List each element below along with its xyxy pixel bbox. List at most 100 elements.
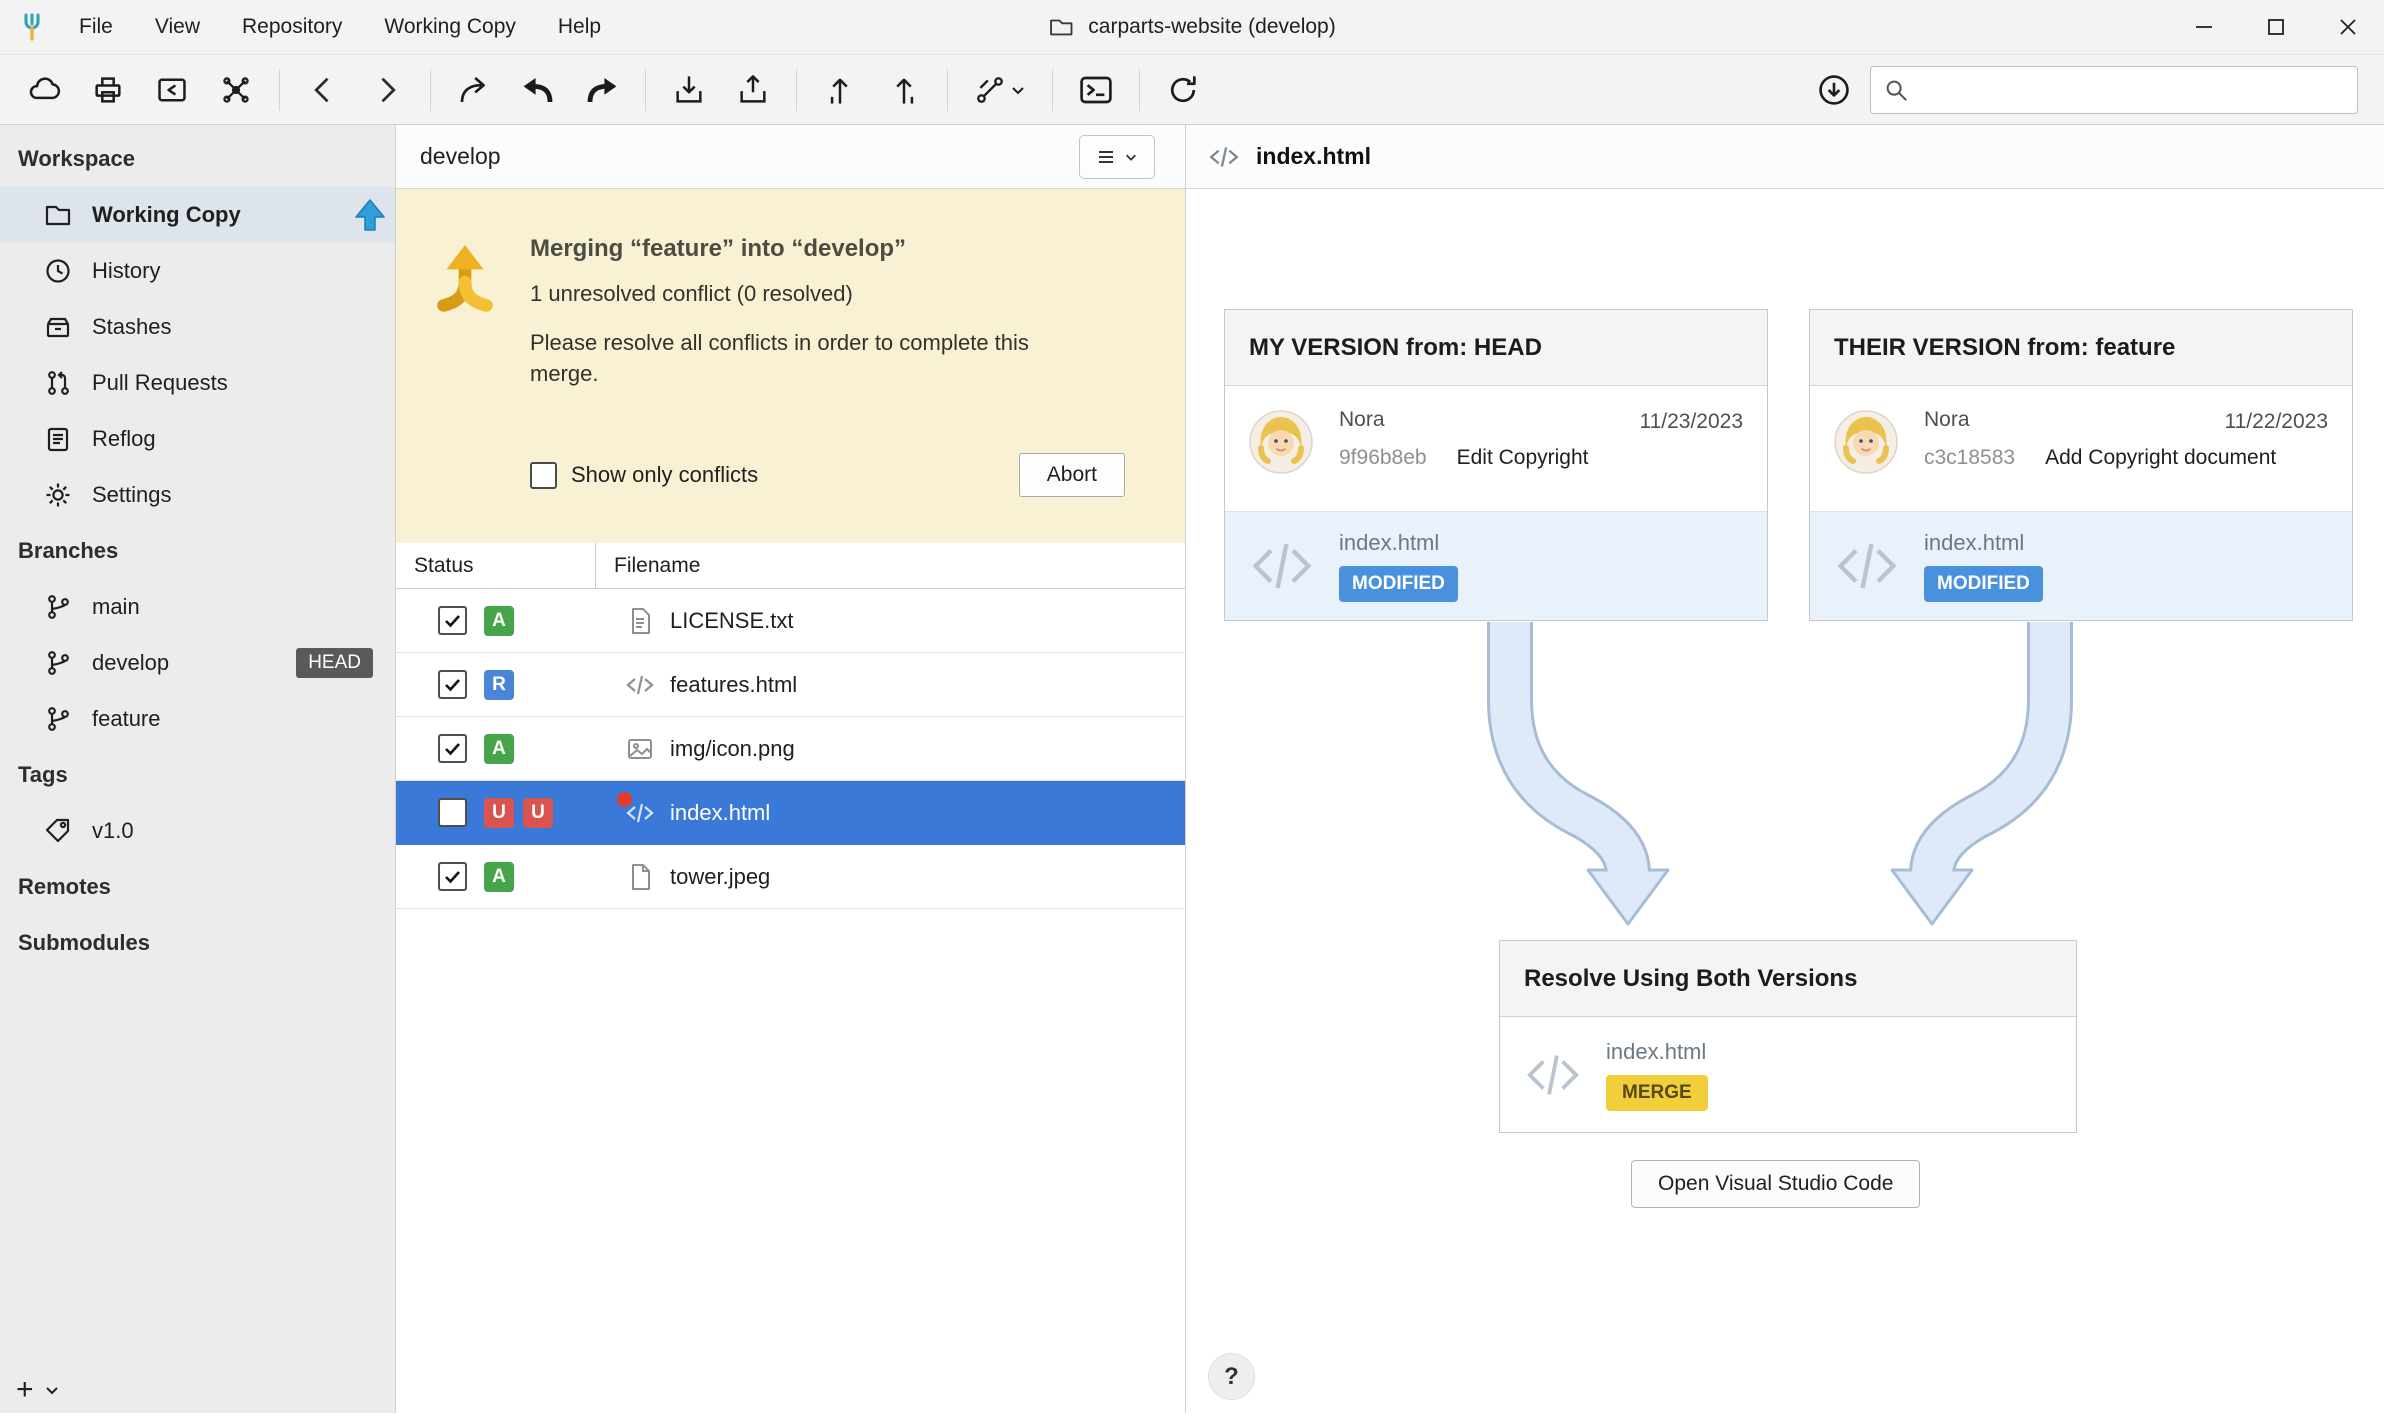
toolbar-divider <box>1139 69 1140 111</box>
printer-icon[interactable] <box>80 63 136 117</box>
box-arrow-icon[interactable] <box>144 63 200 117</box>
search-box[interactable] <box>1870 66 2358 114</box>
refresh-icon[interactable] <box>1155 63 1211 117</box>
sidebar-item-reflog[interactable]: Reflog <box>0 411 395 467</box>
table-row-features[interactable]: R features.html <box>396 653 1185 717</box>
status-badge-unmerged: U <box>484 798 514 828</box>
sidebar-section-remotes[interactable]: Remotes <box>0 859 395 915</box>
toolbar-divider <box>279 69 280 111</box>
resolve-title: Resolve Using Both Versions <box>1500 941 2076 1017</box>
menu-working-copy[interactable]: Working Copy <box>363 0 537 54</box>
chevron-down-icon[interactable] <box>44 1382 60 1398</box>
sidebar-item-working-copy[interactable]: Working Copy <box>0 187 395 243</box>
menu-file[interactable]: File <box>58 0 134 54</box>
stash-down-icon[interactable] <box>661 63 717 117</box>
terminal-icon[interactable] <box>1068 63 1124 117</box>
menu-help[interactable]: Help <box>537 0 622 54</box>
sidebar-branch-feature[interactable]: feature <box>0 691 395 747</box>
help-button[interactable]: ? <box>1208 1353 1255 1400</box>
row-checkbox[interactable] <box>438 734 467 763</box>
sidebar-section-submodules[interactable]: Submodules <box>0 915 395 971</box>
toolbar <box>0 55 2384 125</box>
sidebar-item-label: main <box>92 594 140 620</box>
sidebar-item-label: Stashes <box>92 314 172 340</box>
search-input[interactable] <box>1919 78 2345 101</box>
curve-left-arrow-icon[interactable] <box>510 63 566 117</box>
commit-author: Nora <box>1339 408 1385 432</box>
sidebar-item-history[interactable]: History <box>0 243 395 299</box>
sidebar-section-branches[interactable]: Branches <box>0 523 395 579</box>
open-vscode-button[interactable]: Open Visual Studio Code <box>1631 1160 1920 1208</box>
download-icon[interactable] <box>1806 63 1862 117</box>
push-arrow-icon[interactable] <box>876 63 932 117</box>
code-file-icon <box>1208 141 1240 173</box>
cloud-icon[interactable] <box>16 63 72 117</box>
show-only-conflicts-checkbox[interactable] <box>530 462 557 489</box>
my-version-commit: Nora 9f96b8eb Edit Copyright 11/23/2023 <box>1225 386 1767 511</box>
back-icon[interactable] <box>295 63 351 117</box>
branch-icon <box>44 705 72 733</box>
minimize-button[interactable] <box>2168 0 2240 54</box>
menu-repository[interactable]: Repository <box>221 0 363 54</box>
network-icon[interactable] <box>208 63 264 117</box>
close-button[interactable] <box>2312 0 2384 54</box>
sidebar-item-label: History <box>92 258 160 284</box>
show-only-conflicts-label[interactable]: Show only conflicts <box>571 462 758 488</box>
conflict-dot-icon <box>617 792 632 807</box>
curve-right-arrow-icon[interactable] <box>574 63 630 117</box>
avatar-nora <box>1249 410 1313 474</box>
file-name: index.html <box>1606 1039 1706 1065</box>
sidebar-section-workspace[interactable]: Workspace <box>0 131 395 187</box>
reflog-icon <box>44 425 72 453</box>
sidebar-tag-v1-0[interactable]: v1.0 <box>0 803 395 859</box>
sidebar-item-label: feature <box>92 706 161 732</box>
status-badge-added: A <box>484 734 514 764</box>
filename: tower.jpeg <box>670 864 770 890</box>
merge-banner: Merging “feature” into “develop” 1 unres… <box>396 189 1185 543</box>
fork-app-icon[interactable] <box>14 9 50 45</box>
merge-icon <box>426 243 506 543</box>
row-checkbox[interactable] <box>438 798 467 827</box>
sidebar-item-stashes[interactable]: Stashes <box>0 299 395 355</box>
sidebar-item-settings[interactable]: Settings <box>0 467 395 523</box>
resolve-file-row[interactable]: index.html MERGE <box>1500 1017 2076 1132</box>
table-row-license[interactable]: A LICENSE.txt <box>396 589 1185 653</box>
sidebar-branch-develop[interactable]: develop HEAD <box>0 635 395 691</box>
sidebar-item-label: develop <box>92 650 169 676</box>
sidebar-branch-main[interactable]: main <box>0 579 395 635</box>
add-button[interactable]: + <box>16 1375 34 1405</box>
toolbar-divider <box>947 69 948 111</box>
merge-banner-message: Please resolve all conflicts in order to… <box>530 327 1100 389</box>
toolbar-divider <box>645 69 646 111</box>
table-row-tower[interactable]: A tower.jpeg <box>396 845 1185 909</box>
column-header-status: Status <box>396 543 596 588</box>
table-row-icon-png[interactable]: A img/icon.png <box>396 717 1185 781</box>
commit-date: 11/23/2023 <box>1639 410 1743 434</box>
maximize-button[interactable] <box>2240 0 2312 54</box>
row-checkbox[interactable] <box>438 670 467 699</box>
row-checkbox[interactable] <box>438 606 467 635</box>
their-version-file-row[interactable]: index.html MODIFIED <box>1810 511 2352 620</box>
resolve-card: Resolve Using Both Versions index.html M… <box>1499 940 2077 1133</box>
sidebar-section-tags[interactable]: Tags <box>0 747 395 803</box>
search-icon <box>1883 77 1909 103</box>
abort-button[interactable]: Abort <box>1019 453 1125 497</box>
share-arrow-icon[interactable] <box>446 63 502 117</box>
window-controls <box>2168 0 2384 54</box>
commit-hash: 9f96b8eb <box>1339 446 1427 470</box>
forward-icon[interactable] <box>359 63 415 117</box>
pull-arrow-icon[interactable] <box>812 63 868 117</box>
row-checkbox[interactable] <box>438 862 467 891</box>
stash-up-icon[interactable] <box>725 63 781 117</box>
filename: features.html <box>670 672 797 698</box>
status-badge-renamed: R <box>484 670 514 700</box>
my-version-file-row[interactable]: index.html MODIFIED <box>1225 511 1767 620</box>
menu-view[interactable]: View <box>134 0 221 54</box>
commit-hash: c3c18583 <box>1924 446 2015 470</box>
branch-tool-button[interactable] <box>963 63 1037 117</box>
list-options-button[interactable] <box>1079 135 1155 179</box>
table-row-index-html[interactable]: U U index.html <box>396 781 1185 845</box>
sidebar-item-pull-requests[interactable]: Pull Requests <box>0 355 395 411</box>
window-title: carparts-website (develop) <box>1048 14 1335 40</box>
merge-banner-title: Merging “feature” into “develop” <box>530 235 1145 263</box>
